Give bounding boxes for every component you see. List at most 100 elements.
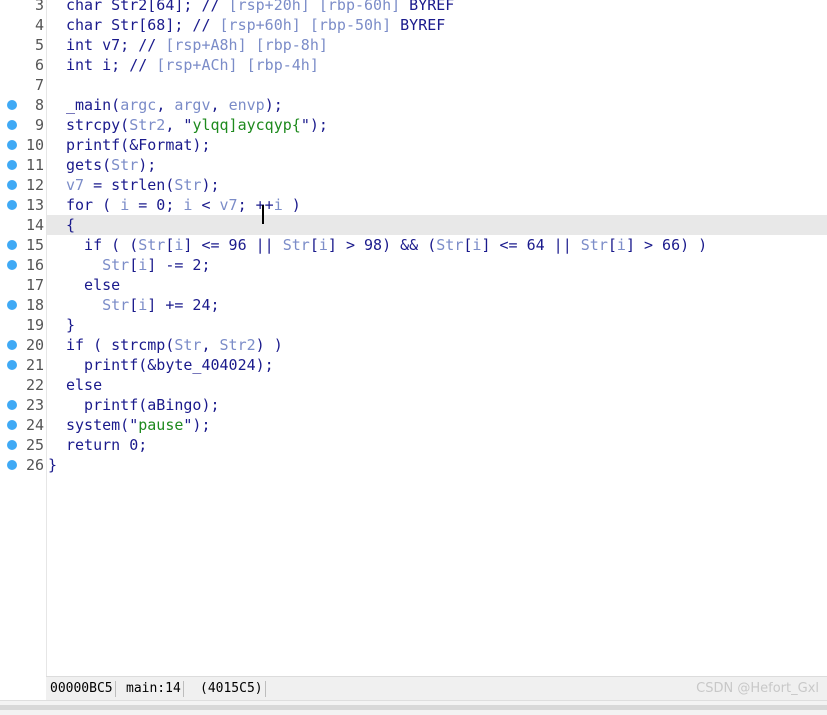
- horizontal-scrollbar[interactable]: [0, 700, 827, 715]
- line-number: 24: [25, 416, 44, 434]
- line-number: 26: [25, 456, 44, 474]
- code-token: );: [264, 96, 283, 114]
- code-token: ,: [156, 96, 175, 114]
- code-token: ] <= 96 ||: [183, 236, 283, 254]
- code-text: for ( i = 0; i < v7; ++i ): [66, 195, 301, 215]
- code-line[interactable]: 15 if ( (Str[i] <= 96 || Str[i] > 98) &&…: [0, 235, 827, 255]
- code-token: ] > 66) ): [625, 236, 708, 254]
- code-identifier: [rsp+ACh] [rbp-4h]: [156, 56, 319, 74]
- code-text: int i; // [rsp+ACh] [rbp-4h]: [66, 55, 319, 75]
- line-number: 3: [34, 0, 44, 14]
- line-number: 22: [25, 376, 44, 394]
- code-text: Str[i] += 24;: [66, 295, 220, 315]
- code-token: ] += 24;: [147, 296, 220, 314]
- code-line[interactable]: 8 _main(argc, argv, envp);: [0, 95, 827, 115]
- line-number: 14: [25, 216, 44, 234]
- code-identifier: i: [138, 256, 148, 274]
- code-identifier: Str: [102, 256, 130, 274]
- code-text: {: [66, 215, 75, 235]
- code-identifier: Str2: [219, 336, 256, 354]
- line-number: 20: [25, 336, 44, 354]
- code-line[interactable]: 24 system("pause");: [0, 415, 827, 435]
- code-token: if ( strcmp(: [66, 336, 175, 354]
- line-number: 8: [34, 96, 44, 114]
- code-text: }: [66, 315, 75, 335]
- code-line[interactable]: 23 printf(aBingo);: [0, 395, 827, 415]
- code-line[interactable]: 18 Str[i] += 24;: [0, 295, 827, 315]
- code-line[interactable]: 4 char Str[68]; // [rsp+60h] [rbp-50h] BY…: [0, 15, 827, 35]
- code-identifier: [rsp+A8h] [rbp-8h]: [165, 36, 328, 54]
- code-token: BYREF: [400, 0, 455, 14]
- code-text: v7 = strlen(Str);: [66, 175, 220, 195]
- line-number: 7: [34, 76, 44, 94]
- code-token: [: [129, 256, 139, 274]
- code-identifier: Str: [282, 236, 310, 254]
- pseudocode-view[interactable]: 3 char Str2[64]; // [rsp+20h] [rbp-60h] B…: [0, 0, 827, 676]
- line-number: 23: [25, 396, 44, 414]
- code-line[interactable]: 11 gets(Str);: [0, 155, 827, 175]
- code-line[interactable]: 5 int v7; // [rsp+A8h] [rbp-8h]: [0, 35, 827, 55]
- line-number: 13: [25, 196, 44, 214]
- code-token: );: [201, 176, 220, 194]
- code-identifier: v7: [66, 176, 85, 194]
- code-token: ; ++: [237, 196, 274, 214]
- code-identifier: i: [138, 296, 148, 314]
- code-token: else: [66, 376, 103, 394]
- code-token: [: [309, 236, 319, 254]
- code-token: ,: [210, 96, 229, 114]
- code-token: char Str[68]; //: [66, 16, 220, 34]
- status-location: main:14: [124, 681, 184, 697]
- code-identifier: Str: [174, 336, 202, 354]
- code-token: printf(&byte_404024);: [66, 356, 274, 374]
- code-identifier: Str: [138, 236, 166, 254]
- code-token: ] <= 64 ||: [481, 236, 581, 254]
- code-text: printf(aBingo);: [66, 395, 219, 415]
- code-token: for (: [66, 196, 121, 214]
- code-line[interactable]: 14 {: [0, 215, 827, 235]
- code-line[interactable]: 20 if ( strcmp(Str, Str2) ): [0, 335, 827, 355]
- code-identifier: Str: [580, 236, 608, 254]
- code-line[interactable]: 21 printf(&byte_404024);: [0, 355, 827, 375]
- code-token: ");: [183, 416, 211, 434]
- code-line[interactable]: 16 Str[i] -= 2;: [0, 255, 827, 275]
- line-number: 25: [25, 436, 44, 454]
- code-line[interactable]: 9 strcpy(Str2, "ylqq]aycqyp{");: [0, 115, 827, 135]
- line-number: 5: [34, 36, 44, 54]
- code-identifier: i: [120, 196, 130, 214]
- line-number: 15: [25, 236, 44, 254]
- code-text: _main(argc, argv, envp);: [66, 95, 283, 115]
- code-token: ] > 98) && (: [327, 236, 437, 254]
- code-line[interactable]: 3 char Str2[64]; // [rsp+20h] [rbp-60h] B…: [0, 0, 827, 15]
- code-line[interactable]: 17 else: [0, 275, 827, 295]
- code-text: printf(&byte_404024);: [66, 355, 274, 375]
- code-token: else: [66, 276, 121, 294]
- code-line[interactable]: 7: [0, 75, 827, 95]
- scrollbar-thumb[interactable]: [0, 705, 827, 710]
- code-line[interactable]: 22 else: [0, 375, 827, 395]
- code-token: }: [66, 316, 76, 334]
- code-identifier: Str: [436, 236, 464, 254]
- line-number: 6: [34, 56, 44, 74]
- code-token: int i; //: [66, 56, 157, 74]
- code-line[interactable]: 19}: [0, 315, 827, 335]
- code-text: else: [66, 375, 102, 395]
- code-line[interactable]: 12 v7 = strlen(Str);: [0, 175, 827, 195]
- code-line[interactable]: 26}: [0, 455, 827, 475]
- code-token: printf(&Format);: [66, 136, 211, 154]
- status-address: 00000BC5: [48, 681, 116, 697]
- watermark-text: CSDN @Hefort_Gxl: [696, 681, 819, 696]
- code-line[interactable]: 13 for ( i = 0; i < v7; ++i ): [0, 195, 827, 215]
- status-bar: 00000BC5 main:14 (4015C5) CSDN @Hefort_G…: [46, 676, 827, 701]
- code-line[interactable]: 25 return 0;: [0, 435, 827, 455]
- line-number: 17: [25, 276, 44, 294]
- code-line[interactable]: 10 printf(&Format);: [0, 135, 827, 155]
- code-text: else: [66, 275, 120, 295]
- text-caret: [262, 205, 264, 224]
- code-token: ");: [300, 116, 328, 134]
- code-line[interactable]: 6 int i; // [rsp+ACh] [rbp-4h]: [0, 55, 827, 75]
- code-token: _main(: [66, 96, 121, 114]
- code-text: char Str[68]; // [rsp+60h] [rbp-50h] BYR…: [66, 15, 445, 35]
- line-number: 11: [25, 156, 44, 174]
- line-number: 12: [25, 176, 44, 194]
